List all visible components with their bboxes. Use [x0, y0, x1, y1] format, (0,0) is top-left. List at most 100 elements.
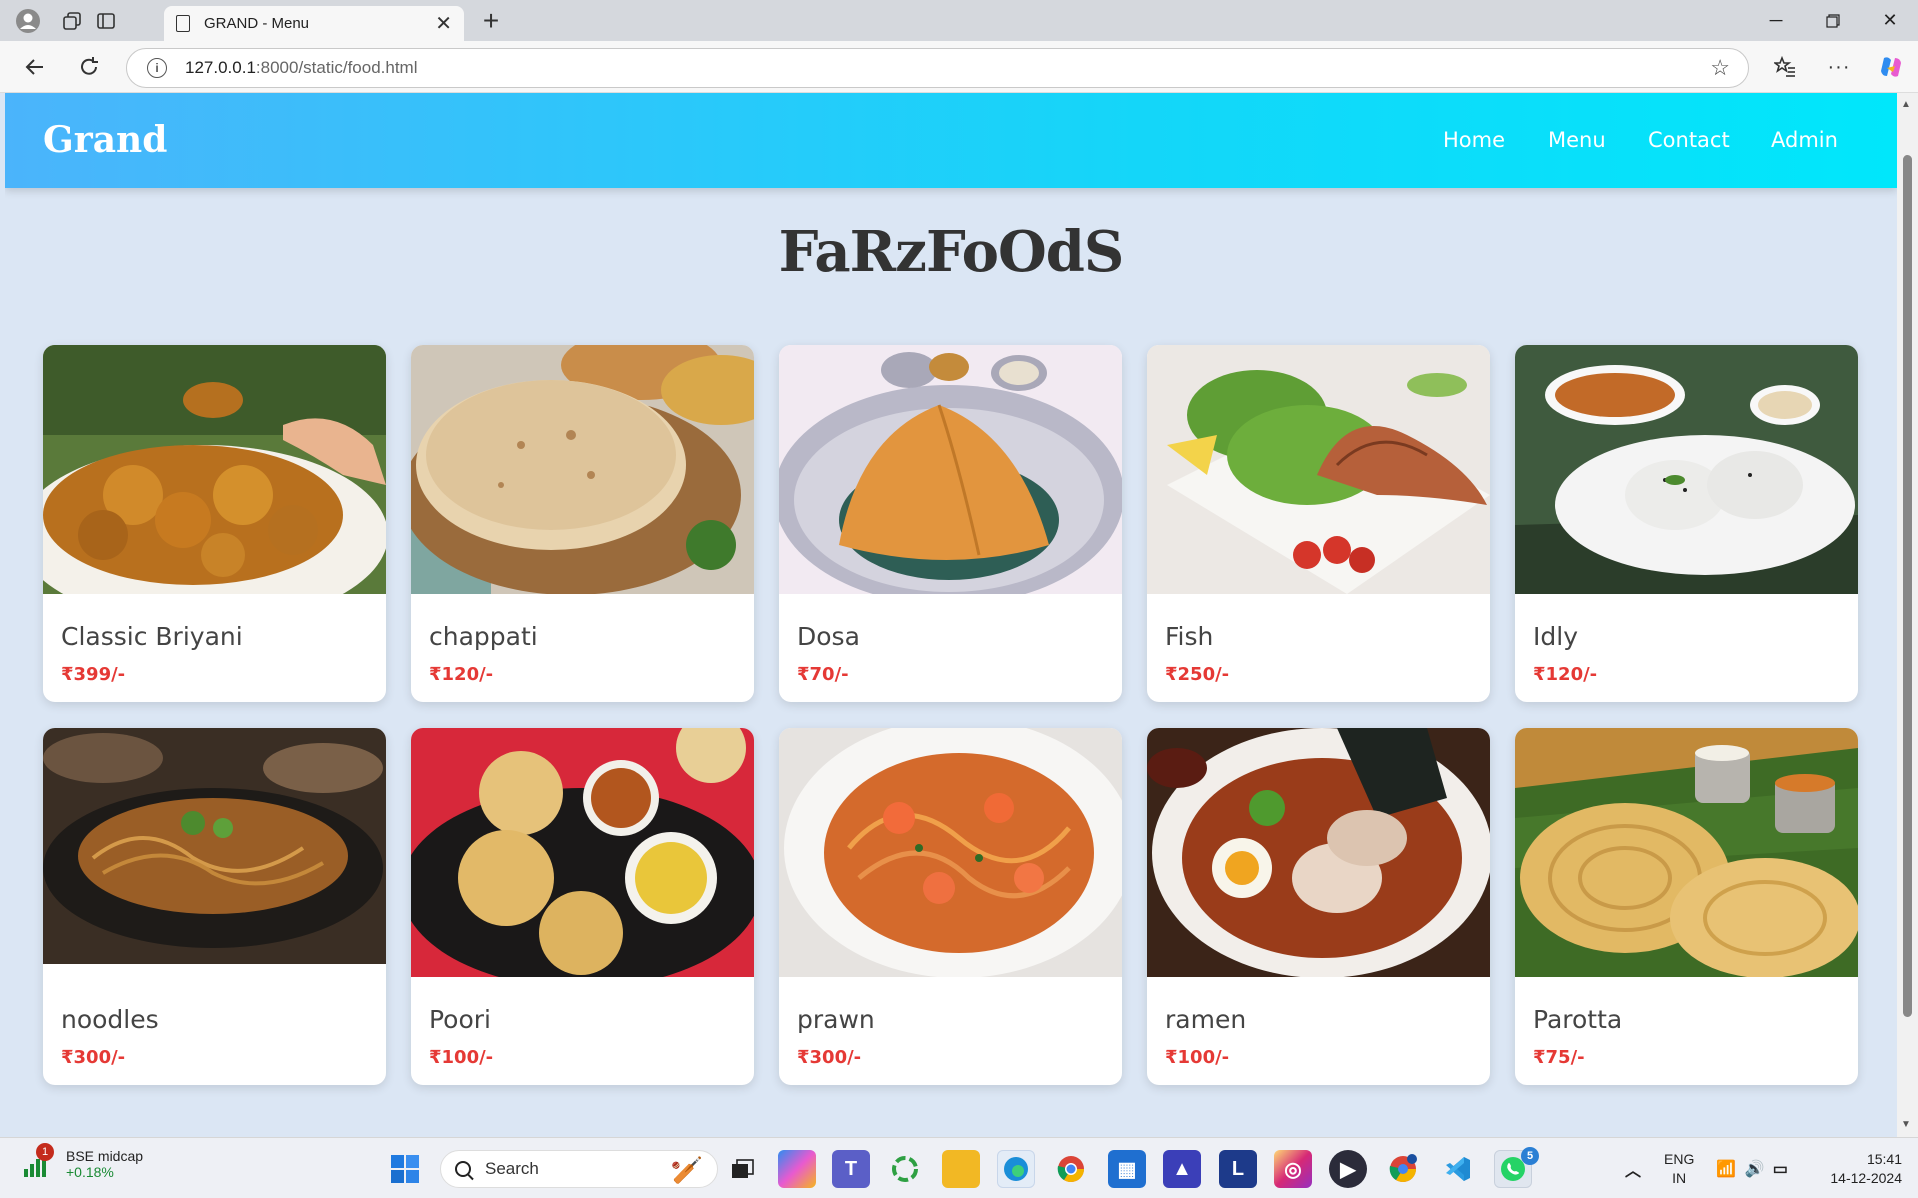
clock[interactable]: 15:41 14-12-2024 — [1812, 1150, 1902, 1188]
store-icon[interactable]: ▦ — [1108, 1150, 1146, 1188]
system-tray[interactable]: 📶 🔊 ▭ — [1712, 1150, 1792, 1188]
stock-widget[interactable]: 1 BSE midcap +0.18% — [22, 1143, 143, 1180]
food-image-ramen — [1147, 728, 1490, 977]
media-player-icon[interactable]: ▶ — [1329, 1150, 1367, 1188]
more-options-icon[interactable]: ··· — [1820, 49, 1858, 85]
language-indicator[interactable]: ENG IN — [1664, 1150, 1694, 1188]
food-price: ₹75/- — [1533, 1047, 1585, 1068]
nav-menu[interactable]: Menu — [1548, 128, 1606, 152]
food-card[interactable]: Parotta ₹75/- — [1515, 728, 1858, 1085]
reload-button[interactable] — [70, 49, 108, 85]
url-host: 127.0.0.1 — [185, 58, 256, 77]
food-card[interactable]: Poori ₹100/- — [411, 728, 754, 1085]
food-name: Classic Briyani — [61, 622, 243, 651]
clock-time: 15:41 — [1866, 1151, 1902, 1167]
food-name: prawn — [797, 1005, 875, 1034]
copilot-icon[interactable] — [1872, 49, 1910, 85]
food-card[interactable]: Idly ₹120/- — [1515, 345, 1858, 702]
browser-tab-strip: GRAND - Menu ✕ + ─ ✕ — [0, 0, 1918, 41]
page-viewport: Grand Home Menu Contact Admin FaRzFoOdS … — [5, 93, 1897, 1137]
vertical-tabs-icon[interactable] — [86, 6, 126, 36]
food-image-parotta — [1515, 728, 1858, 977]
volume-icon: 🔊 — [1744, 1161, 1765, 1178]
chrome-profile-icon[interactable] — [1384, 1150, 1422, 1188]
page-title: FaRzFoOdS — [778, 219, 1125, 285]
page-icon — [176, 15, 190, 32]
minimize-button[interactable]: ─ — [1748, 0, 1804, 41]
close-tab-icon[interactable]: ✕ — [435, 11, 452, 36]
site-navbar: Grand Home Menu Contact Admin — [5, 93, 1897, 188]
food-name: noodles — [61, 1005, 159, 1034]
food-image-fish — [1147, 345, 1490, 594]
food-name: chappati — [429, 622, 538, 651]
food-price: ₹100/- — [429, 1047, 494, 1068]
nav-contact[interactable]: Contact — [1648, 128, 1730, 152]
nav-admin[interactable]: Admin — [1771, 128, 1838, 152]
clock-date: 14-12-2024 — [1830, 1170, 1902, 1186]
page-scrollbar[interactable]: ▲ ▼ — [1897, 93, 1918, 1137]
food-name: Dosa — [797, 622, 860, 651]
task-view-icon[interactable] — [724, 1150, 762, 1188]
site-info-icon[interactable]: i — [147, 58, 167, 78]
favorite-star-icon[interactable]: ☆ — [1710, 55, 1730, 81]
food-name: Fish — [1165, 622, 1214, 651]
battery-icon: ▭ — [1772, 1161, 1788, 1178]
scroll-down-arrow-icon[interactable]: ▼ — [1901, 1119, 1911, 1130]
food-price: ₹120/- — [429, 664, 494, 685]
url-path: :8000/static/food.html — [255, 58, 418, 77]
food-image-noodles — [43, 728, 386, 977]
food-card[interactable]: Fish ₹250/- — [1147, 345, 1490, 702]
language-code: ENG — [1664, 1151, 1695, 1167]
stock-badge: 1 — [36, 1143, 54, 1161]
back-button[interactable] — [16, 49, 54, 85]
food-name: Poori — [429, 1005, 491, 1034]
food-card[interactable]: noodles ₹300/- — [43, 728, 386, 1085]
whatsapp-icon[interactable]: 5 — [1494, 1147, 1539, 1188]
browser-toolbar: i 127.0.0.1:8000/static/food.html ☆ ··· — [0, 41, 1918, 93]
scrollbar-thumb[interactable] — [1903, 155, 1912, 1017]
file-explorer-icon[interactable] — [942, 1150, 980, 1188]
l-app-icon[interactable]: L — [1219, 1150, 1257, 1188]
favorites-icon[interactable] — [1766, 49, 1804, 85]
restore-button[interactable] — [1805, 0, 1861, 41]
food-price: ₹250/- — [1165, 664, 1230, 685]
food-price: ₹120/- — [1533, 664, 1598, 685]
address-bar[interactable]: i 127.0.0.1:8000/static/food.html ☆ — [126, 48, 1749, 88]
show-hidden-icons-icon[interactable]: ︿ — [1614, 1150, 1652, 1188]
food-name: ramen — [1165, 1005, 1247, 1034]
instagram-icon[interactable]: ◎ — [1274, 1150, 1312, 1188]
food-name: Idly — [1533, 622, 1578, 651]
profile-icon[interactable] — [8, 6, 48, 36]
arc-app-icon[interactable]: ▲ — [1163, 1150, 1201, 1188]
nav-home[interactable]: Home — [1443, 128, 1505, 152]
food-image-briyani — [43, 345, 386, 594]
site-brand[interactable]: Grand — [43, 119, 167, 161]
food-image-dosa — [779, 345, 1122, 594]
stock-chart-icon: 1 — [22, 1143, 54, 1179]
food-price: ₹100/- — [1165, 1047, 1230, 1068]
search-icon — [455, 1161, 471, 1177]
food-card[interactable]: prawn ₹300/- — [779, 728, 1122, 1085]
close-window-button[interactable]: ✕ — [1862, 0, 1918, 41]
edge-icon[interactable] — [997, 1150, 1035, 1188]
food-name: Parotta — [1533, 1005, 1623, 1034]
food-price: ₹300/- — [61, 1047, 126, 1068]
food-card[interactable]: ramen ₹100/- — [1147, 728, 1490, 1085]
chrome-icon[interactable] — [1052, 1150, 1090, 1188]
windows-taskbar: 1 BSE midcap +0.18% Search 🏏 T ▦ ▲ L ◎ ▶ — [0, 1137, 1918, 1198]
copilot-app-icon[interactable] — [778, 1150, 816, 1188]
food-card[interactable]: chappati ₹120/- — [411, 345, 754, 702]
sync-app-icon[interactable] — [886, 1150, 924, 1188]
new-tab-button[interactable]: + — [474, 4, 508, 38]
food-card[interactable]: Dosa ₹70/- — [779, 345, 1122, 702]
food-image-idly — [1515, 345, 1858, 594]
tab-title: GRAND - Menu — [204, 15, 310, 32]
food-price: ₹70/- — [797, 664, 849, 685]
start-button[interactable] — [386, 1150, 424, 1188]
teams-icon[interactable]: T — [832, 1150, 870, 1188]
tab-active[interactable]: GRAND - Menu ✕ — [164, 6, 464, 41]
taskbar-search[interactable]: Search 🏏 — [440, 1150, 718, 1188]
scroll-up-arrow-icon[interactable]: ▲ — [1901, 99, 1911, 110]
vscode-icon[interactable] — [1439, 1150, 1477, 1188]
food-card[interactable]: Classic Briyani ₹399/- — [43, 345, 386, 702]
